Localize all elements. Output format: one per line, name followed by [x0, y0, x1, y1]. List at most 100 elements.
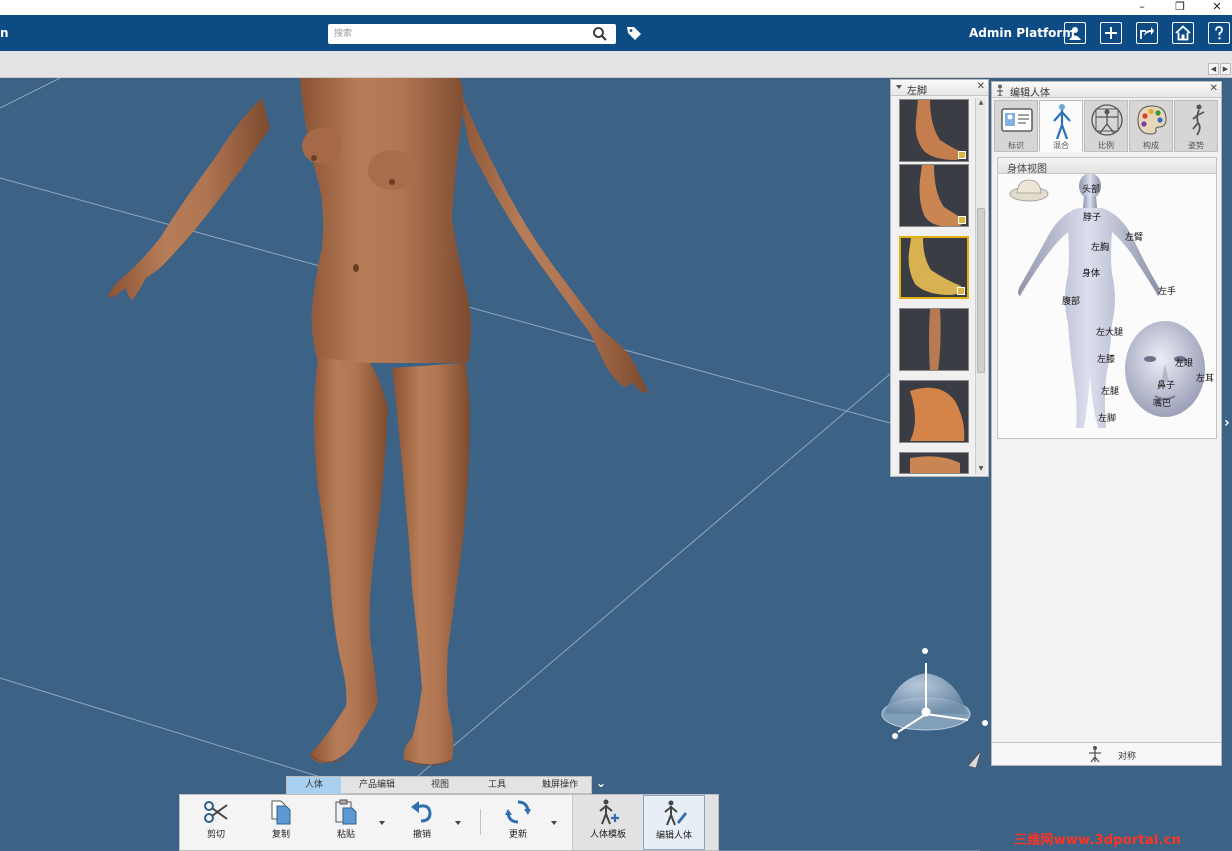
navigation-gizmo[interactable] [881, 648, 988, 769]
tab-label: 姿势 [1188, 141, 1204, 150]
button-label: 撤销 [412, 830, 431, 840]
collapse-icon[interactable] [896, 85, 902, 89]
scroll-up-icon[interactable]: ▲ [976, 98, 986, 108]
body-part-left-hand[interactable]: 左手 [1158, 284, 1176, 297]
body-view-title: 身体视图 [998, 158, 1216, 175]
tab-scroll-right-button[interactable]: ▶ [1220, 63, 1231, 75]
foot-thumbnail[interactable] [899, 164, 969, 227]
tab-label: 标识 [1008, 141, 1024, 150]
user-button[interactable] [1064, 22, 1086, 44]
edit-body-button[interactable]: 编辑人体 [643, 795, 705, 850]
button-label: 粘贴 [336, 830, 355, 840]
symmetry-label[interactable]: 对称 [1118, 749, 1136, 762]
undo-dropdown-icon[interactable] [455, 821, 461, 825]
restore-button[interactable]: ❐ [1168, 0, 1192, 15]
tab-blend[interactable]: 混合 [1039, 100, 1083, 152]
body-part-body[interactable]: 身体 [1082, 266, 1100, 279]
copy-button[interactable]: 复制 [255, 795, 307, 850]
edit-body-panel-title: 编辑人体 [1010, 88, 1050, 99]
tab-scroll-left-button[interactable]: ◀ [1208, 63, 1219, 75]
document-tab-strip: ◀ ▶ [0, 51, 1232, 78]
foot-thumbnail[interactable] [899, 99, 969, 162]
update-button[interactable]: 更新 [492, 795, 544, 850]
tab-identity[interactable]: 标识 [994, 100, 1038, 152]
body-part-left-eye[interactable]: 左眼 [1175, 356, 1193, 369]
body-part-left-leg[interactable]: 左腿 [1101, 384, 1119, 397]
ribbon-tab-view[interactable]: 视图 [415, 777, 465, 794]
chevron-down-icon[interactable]: ⌄ [596, 776, 612, 792]
foot-thumbnail[interactable] [899, 380, 969, 443]
proportion-icon [1091, 104, 1123, 136]
admin-platform-label[interactable]: Admin Platform [969, 26, 1075, 40]
body-part-abdomen[interactable]: 腹部 [1062, 294, 1080, 307]
close-window-button[interactable]: ✕ [1205, 0, 1229, 15]
close-icon[interactable]: ✕ [977, 81, 985, 92]
paste-dropdown-icon[interactable] [379, 821, 385, 825]
question-icon [1215, 26, 1223, 40]
body-figure-icon [1053, 104, 1071, 140]
symmetry-icon[interactable] [1086, 745, 1104, 763]
body-view: 身体视图 头部 脖子 左臂 左胸 身体 左手 腹部 左大腿 左膝 左眼 左耳 鼻… [997, 157, 1217, 439]
close-icon[interactable]: ✕ [1210, 83, 1218, 94]
chevron-right-icon[interactable]: › [1224, 415, 1230, 431]
ribbon-tab-product-edit[interactable]: 产品编辑 [345, 777, 409, 794]
body-part-left-chest[interactable]: 左胸 [1091, 240, 1109, 253]
foot-thumbnail-selected[interactable] [899, 236, 969, 299]
badge-icon [958, 216, 966, 224]
button-label: 复制 [271, 830, 290, 840]
share-button[interactable] [1136, 22, 1158, 44]
body-part-neck[interactable]: 脖子 [1083, 210, 1101, 223]
body-part-left-knee[interactable]: 左膝 [1097, 352, 1115, 365]
scroll-down-icon[interactable]: ▼ [976, 464, 986, 474]
badge-icon [957, 287, 965, 295]
add-button[interactable] [1100, 22, 1122, 44]
body-part-mouth[interactable]: 嘴巴 [1153, 396, 1171, 409]
pose-icon [1192, 104, 1205, 136]
ribbon-tab-body[interactable]: 人体 [287, 777, 341, 794]
undo-icon [411, 801, 432, 823]
body-part-left-thigh[interactable]: 左大腿 [1096, 325, 1123, 338]
edit-body-panel: 编辑人体 ✕ 标识 混合 比例 构成 姿势 身体视图 头部 脖子 左臂 左胸 身… [991, 81, 1222, 766]
button-label: 编辑人体 [655, 831, 692, 841]
left-foot-panel-header: 左脚 ✕ [891, 80, 988, 97]
home-icon [1175, 25, 1191, 41]
tab-label: 比例 [1098, 141, 1114, 150]
tab-label: 构成 [1143, 141, 1159, 150]
tab-composition[interactable]: 构成 [1129, 100, 1173, 152]
scrollbar-thumb[interactable] [977, 208, 985, 373]
body-part-left-foot[interactable]: 左脚 [1098, 411, 1116, 424]
badge-icon [958, 151, 966, 159]
thumbnail-scrollbar[interactable]: ▲ ▼ [975, 98, 986, 474]
body-template-button[interactable]: 人体模板 [577, 795, 639, 850]
body-part-nose[interactable]: 鼻子 [1157, 378, 1175, 391]
search-input[interactable] [334, 27, 584, 41]
tag-icon[interactable] [626, 25, 642, 41]
body-tools-group: 人体模板 编辑人体 [572, 795, 718, 850]
minimize-button[interactable]: – [1130, 0, 1154, 15]
search-icon[interactable] [592, 26, 608, 42]
edit-body-tabs: 标识 混合 比例 构成 姿势 [994, 100, 1220, 152]
ribbon-tab-touch[interactable]: 触屏操作 [529, 777, 591, 794]
foot-thumbnail[interactable] [899, 308, 969, 371]
cut-button[interactable]: 剪切 [190, 795, 242, 850]
update-dropdown-icon[interactable] [551, 821, 557, 825]
window-titlebar: – ❐ ✕ [0, 0, 1232, 15]
copy-icon [271, 800, 291, 825]
body-map-figure[interactable] [998, 174, 1216, 438]
foot-thumbnail[interactable] [899, 452, 969, 474]
help-button[interactable] [1208, 22, 1230, 44]
home-button[interactable] [1172, 22, 1194, 44]
body-part-head[interactable]: 头部 [1082, 182, 1100, 195]
body-part-left-arm[interactable]: 左臂 [1125, 230, 1143, 243]
ribbon-tab-tools[interactable]: 工具 [471, 777, 523, 794]
human-model [108, 78, 648, 766]
refresh-icon [505, 800, 531, 824]
body-part-left-ear[interactable]: 左耳 [1196, 371, 1214, 384]
tab-proportion[interactable]: 比例 [1084, 100, 1128, 152]
hat-icon[interactable] [1009, 179, 1049, 202]
symmetry-bar: 对称 [992, 742, 1221, 765]
tab-pose[interactable]: 姿势 [1174, 100, 1218, 152]
undo-button[interactable]: 撤销 [396, 795, 448, 850]
left-foot-panel-title: 左脚 [907, 86, 927, 97]
paste-button[interactable]: 粘贴 [320, 795, 372, 850]
